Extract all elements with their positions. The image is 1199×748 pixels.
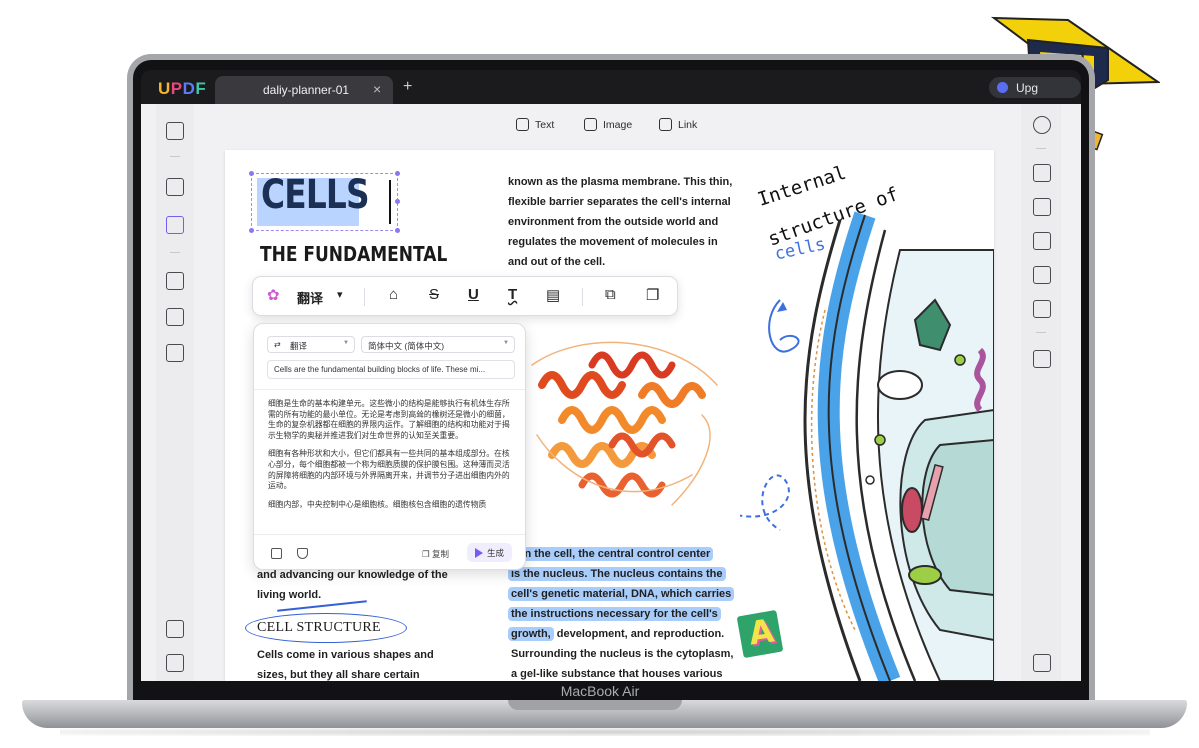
cell-illustration[interactable] bbox=[740, 210, 994, 681]
upgrade-button[interactable]: Upg bbox=[989, 77, 1081, 98]
play-icon bbox=[475, 548, 483, 558]
language-select[interactable]: 简体中文 (简体中文) ▼ bbox=[361, 336, 515, 353]
resize-handle[interactable] bbox=[249, 171, 254, 176]
reader-icon[interactable] bbox=[166, 122, 184, 140]
sticker-letter: A bbox=[746, 611, 777, 653]
left-toolbar bbox=[156, 104, 194, 681]
chevron-down-icon: ▼ bbox=[503, 340, 509, 346]
laptop-notch bbox=[508, 700, 682, 710]
highlight-icon[interactable] bbox=[297, 548, 308, 559]
text-cursor bbox=[389, 180, 391, 224]
email-icon[interactable] bbox=[1033, 300, 1051, 318]
text-edit-toolbar: ✿ 翻译 ▾ ⌂ S U T ▤ ⧉ ❐ bbox=[252, 276, 678, 316]
copy-button[interactable]: ❐ 复制 bbox=[422, 548, 449, 560]
highlight-icon[interactable]: ⌂ bbox=[389, 286, 398, 303]
note-icon[interactable] bbox=[271, 548, 282, 559]
save-icon[interactable] bbox=[1033, 350, 1051, 368]
divider bbox=[1036, 148, 1046, 149]
search-text-icon[interactable]: ⧉ bbox=[605, 286, 616, 303]
ocr-icon[interactable] bbox=[1033, 164, 1051, 182]
crop-icon[interactable] bbox=[166, 308, 184, 326]
upgrade-icon bbox=[997, 82, 1008, 93]
document-subtitle[interactable]: THE FUNDAMENTAL bbox=[260, 242, 447, 266]
column-2-top-text[interactable]: known as the plasma membrane. This thin,… bbox=[508, 172, 732, 272]
right-toolbar bbox=[1021, 104, 1061, 681]
comments-panel-icon[interactable] bbox=[1033, 654, 1051, 672]
close-icon[interactable]: × bbox=[373, 81, 381, 97]
bookmark-icon[interactable] bbox=[166, 654, 184, 672]
tab-title: daliy-planner-01 bbox=[263, 83, 350, 97]
add-image-button[interactable]: Image bbox=[584, 118, 632, 131]
protect-icon[interactable] bbox=[1033, 232, 1051, 250]
convert-icon[interactable] bbox=[166, 344, 184, 362]
stage: MacBook Air UPDF daliy-planner-01 × + Up… bbox=[0, 0, 1199, 748]
source-text-field[interactable]: Cells are the fundamental building block… bbox=[267, 360, 515, 379]
chevron-down-icon: ▼ bbox=[343, 340, 349, 346]
copy-icon: ❐ bbox=[422, 549, 432, 559]
laptop-shadow bbox=[60, 728, 1150, 736]
comment-icon[interactable]: ▤ bbox=[546, 286, 560, 304]
document-title[interactable]: CELLS bbox=[261, 172, 370, 218]
mode-select[interactable]: ⇄ 翻译 ▼ bbox=[267, 336, 355, 353]
organize-pages-icon[interactable] bbox=[166, 272, 184, 290]
text-icon bbox=[516, 118, 529, 131]
divider bbox=[582, 288, 583, 306]
resize-handle[interactable] bbox=[395, 228, 400, 233]
divider bbox=[170, 252, 180, 253]
translation-output: 细胞是生命的基本构建单元。这些微小的结构是能够执行有机体生存所需的所有功能的最小… bbox=[268, 399, 510, 509]
layers-icon[interactable] bbox=[166, 620, 184, 638]
search-icon[interactable] bbox=[1033, 116, 1051, 134]
divider bbox=[170, 156, 180, 157]
ai-icon[interactable]: ✿ bbox=[267, 286, 280, 304]
squiggly-icon[interactable]: T bbox=[508, 286, 517, 303]
app-logo: UPDF bbox=[158, 79, 207, 98]
tab-document[interactable]: daliy-planner-01 × bbox=[215, 76, 393, 104]
divider bbox=[254, 389, 525, 390]
edit-icon[interactable] bbox=[166, 216, 184, 234]
resize-handle[interactable] bbox=[395, 199, 400, 204]
convert-pdf-icon[interactable] bbox=[1033, 198, 1051, 216]
translate-button[interactable]: 翻译 bbox=[297, 288, 323, 307]
comment-icon[interactable] bbox=[166, 178, 184, 196]
generate-button[interactable]: 生成 bbox=[467, 543, 512, 562]
translate-panel: ⇄ 翻译 ▼ 简体中文 (简体中文) ▼ Cells are the funda… bbox=[253, 323, 526, 570]
divider bbox=[254, 534, 525, 535]
underline-icon[interactable]: U bbox=[468, 286, 479, 303]
add-text-button[interactable]: Text bbox=[516, 118, 554, 131]
link-icon bbox=[659, 118, 672, 131]
image-icon bbox=[584, 118, 597, 131]
strikethrough-icon[interactable]: S bbox=[429, 286, 439, 303]
device-label: MacBook Air bbox=[560, 683, 640, 699]
translate-icon: ⇄ bbox=[274, 340, 281, 349]
divider bbox=[1036, 332, 1046, 333]
copy-icon[interactable]: ❐ bbox=[646, 286, 659, 304]
protein-image[interactable] bbox=[522, 325, 732, 525]
column-1-section-text[interactable]: Cells come in various shapes and sizes, … bbox=[257, 645, 434, 681]
new-tab-button[interactable]: + bbox=[403, 78, 412, 96]
resize-handle[interactable] bbox=[249, 228, 254, 233]
section-heading[interactable]: CELL STRUCTURE bbox=[257, 620, 381, 636]
share-icon[interactable] bbox=[1033, 266, 1051, 284]
title-bar: UPDF daliy-planner-01 × + Upg bbox=[141, 70, 1081, 104]
column-2-bottom-text[interactable]: thin the cell, the central control cente… bbox=[508, 544, 735, 681]
column-1-bottom-text[interactable]: and advancing our knowledge of the livin… bbox=[257, 565, 448, 605]
resize-handle[interactable] bbox=[395, 171, 400, 176]
divider bbox=[364, 288, 365, 306]
chevron-down-icon[interactable]: ▾ bbox=[337, 288, 343, 301]
add-link-button[interactable]: Link bbox=[659, 118, 697, 131]
